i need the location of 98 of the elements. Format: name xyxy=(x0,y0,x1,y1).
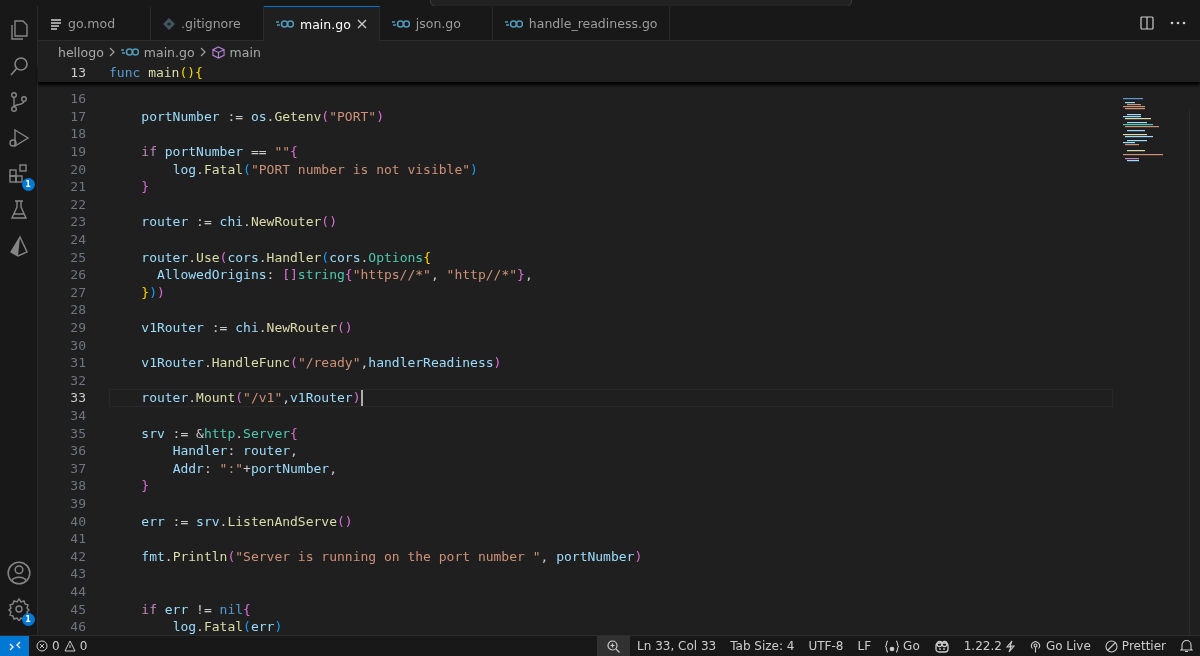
go-file-icon xyxy=(391,18,410,29)
cube-icon xyxy=(211,45,225,59)
prettier-button[interactable]: Prettier xyxy=(1097,636,1173,656)
line-number: 25 xyxy=(69,249,87,265)
line-number: 20 xyxy=(69,161,87,177)
line-number: 46 xyxy=(69,619,87,635)
notification-badge: 1 xyxy=(21,613,35,626)
code-line: router := chi.NewRouter() xyxy=(140,214,337,230)
status-item[interactable]: Tab Size: 4 xyxy=(723,636,802,656)
file-lines-icon xyxy=(50,17,62,30)
lightning-icon xyxy=(1005,639,1015,653)
line-number: 33 xyxy=(69,390,87,406)
settings-icon[interactable] xyxy=(6,597,31,621)
close-icon[interactable] xyxy=(356,19,367,29)
breadcrumb-item[interactable]: main.go xyxy=(143,44,195,60)
language-button[interactable]: Go xyxy=(878,636,927,656)
error-icon xyxy=(36,640,48,652)
code-line: err := srv.ListenAndServe() xyxy=(140,513,353,529)
go-file-icon xyxy=(276,19,294,29)
line-number: 39 xyxy=(69,495,87,511)
robot-face-icon xyxy=(933,639,950,653)
line-number: 30 xyxy=(69,337,87,353)
line-number: 35 xyxy=(69,425,87,441)
chevron-icon xyxy=(199,47,207,57)
code-line: router.Mount("/v1",v1Router) xyxy=(140,390,361,406)
line-number: 23 xyxy=(69,214,87,230)
problems-button[interactable]: 0 0 xyxy=(29,636,95,656)
code-line: v1Router.HandleFunc("/ready",handlerReadiness) xyxy=(140,355,502,371)
line-number: 28 xyxy=(69,302,87,318)
code-line: log.Fatal("PORT number is not visible") xyxy=(171,161,478,177)
line-number: 19 xyxy=(69,144,87,160)
line-number: 13 xyxy=(69,65,87,80)
code-line: Handler: router, xyxy=(171,443,298,459)
code-line: srv := &http.Server{ xyxy=(140,425,298,441)
prohibited-icon xyxy=(1104,639,1118,653)
breadcrumb-item[interactable]: main xyxy=(229,44,261,60)
line-number: 31 xyxy=(69,355,87,371)
line-number: 18 xyxy=(69,126,87,142)
code-line: if portNumber == ""{ xyxy=(140,144,298,160)
code-line: } xyxy=(140,179,150,195)
line-number: 37 xyxy=(69,460,87,476)
status-item[interactable]: UTF-8 xyxy=(801,636,851,656)
line-number: 26 xyxy=(69,267,87,283)
go-live-button[interactable]: Go Live xyxy=(1021,636,1098,656)
code-line: fmt.Println("Server is running on the port number ", portNumber) xyxy=(140,548,643,564)
line-number: 17 xyxy=(69,108,87,124)
line-number: 32 xyxy=(69,372,87,388)
go-file-icon xyxy=(120,47,139,57)
code-line: if err != nil{ xyxy=(140,601,251,617)
code-line: func main(){ xyxy=(109,65,203,80)
chevron-icon xyxy=(108,47,116,57)
code-line: v1Router := chi.NewRouter() xyxy=(140,320,353,335)
diamond-file-icon xyxy=(163,17,175,30)
code-line: Addr: ":"+portNumber, xyxy=(171,460,337,476)
zoom-button[interactable] xyxy=(597,636,631,656)
line-number: 27 xyxy=(69,284,87,300)
line-number: 21 xyxy=(69,179,87,195)
line-number: 34 xyxy=(69,408,87,423)
line-number: 40 xyxy=(69,513,87,529)
status-item[interactable]: LF xyxy=(850,636,879,656)
code-line: portNumber := os.Getenv("PORT") xyxy=(140,108,384,124)
notification-badge: 1 xyxy=(21,178,35,191)
editor-tab[interactable]: handle_readiness.go xyxy=(492,6,671,40)
line-number: 16 xyxy=(69,91,87,107)
code-line: AllowedOrigins: []string{"https//*", "http//*"}, xyxy=(155,267,533,283)
more-icon[interactable] xyxy=(1170,21,1186,25)
bell-icon xyxy=(1180,639,1193,653)
breadcrumb-item[interactable]: hellogo xyxy=(58,44,104,60)
line-number: 36 xyxy=(69,443,87,459)
line-number: 41 xyxy=(69,531,87,547)
line-number: 24 xyxy=(69,232,87,248)
line-number: 44 xyxy=(69,583,87,599)
editor-tab[interactable]: go.mod xyxy=(38,6,151,40)
status-item[interactable]: Ln 33, Col 33 xyxy=(630,636,724,656)
line-number: 38 xyxy=(69,478,87,494)
editor-tab[interactable]: main.go xyxy=(264,6,380,41)
split-editor-icon[interactable] xyxy=(1140,16,1154,30)
line-number: 29 xyxy=(69,320,87,335)
code-line: })) xyxy=(140,284,165,300)
remote-button[interactable] xyxy=(0,636,29,656)
run-debug-icon[interactable] xyxy=(6,126,31,150)
text-cursor xyxy=(360,389,363,406)
go-version-button[interactable]: 1.22.2 xyxy=(956,636,1022,656)
warning-icon xyxy=(63,640,76,652)
line-number: 45 xyxy=(69,601,87,617)
code-line: router.Use(cors.Handler(cors.Options{ xyxy=(140,249,431,265)
zoom-in-icon xyxy=(607,639,621,653)
account-icon[interactable] xyxy=(5,560,32,586)
code-line: } xyxy=(140,478,150,494)
go-file-icon xyxy=(504,18,523,29)
editor-tab[interactable]: json.go xyxy=(379,6,493,40)
line-number: 22 xyxy=(69,196,87,212)
code-line: log.Fatal(err) xyxy=(171,619,283,635)
line-number: 42 xyxy=(69,548,87,564)
broadcast-icon xyxy=(1028,639,1042,653)
line-number: 43 xyxy=(69,566,87,582)
remote-icon xyxy=(8,640,21,652)
braces-icon xyxy=(885,639,900,653)
